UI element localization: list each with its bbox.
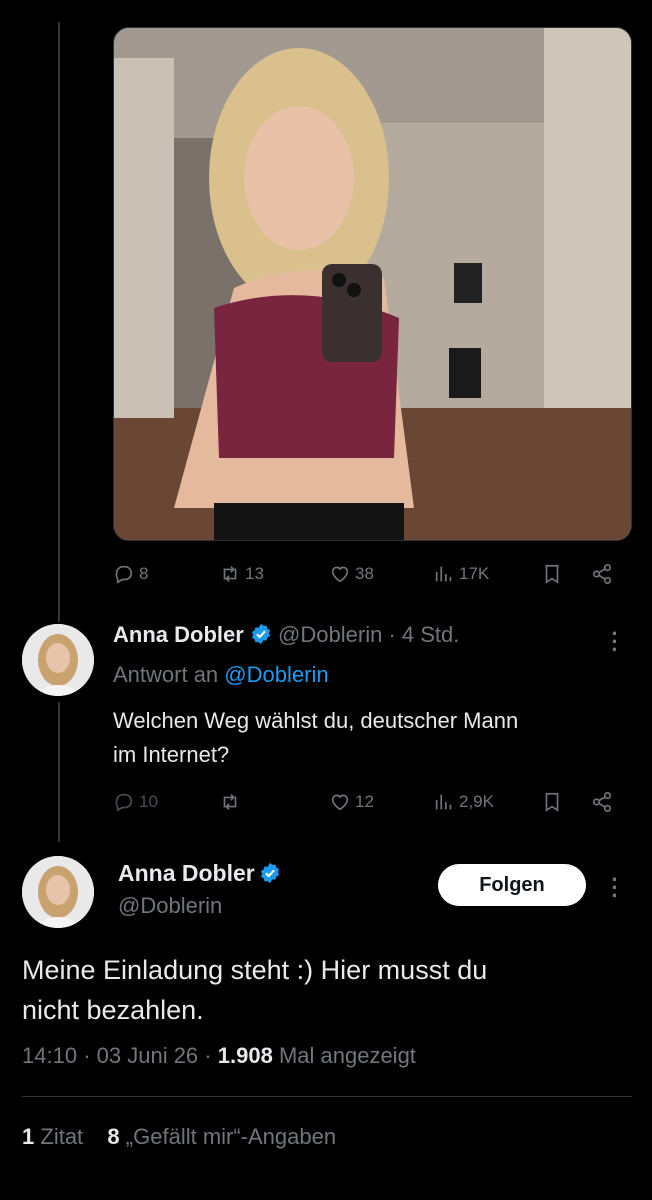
- bookmark-button[interactable]: [541, 563, 563, 585]
- tweet-text-line: Welchen Weg wählst du, deutscher Mann: [113, 708, 519, 733]
- reply-icon: [115, 793, 133, 812]
- share-icon: [592, 564, 612, 584]
- share-icon: [592, 792, 612, 812]
- thread-line: [58, 702, 60, 842]
- like-label: „Gefällt mir“-Angaben: [125, 1124, 337, 1149]
- follow-button[interactable]: Folgen: [438, 864, 586, 906]
- tweet-date[interactable]: 03 Juni 26: [97, 1043, 199, 1068]
- action-bar: 10 12 2,9K: [113, 787, 623, 817]
- more-options-icon[interactable]: · · ·: [610, 869, 620, 907]
- views-count: 2,9K: [459, 792, 494, 811]
- avatar[interactable]: [22, 856, 94, 928]
- quote-count: 1: [22, 1124, 35, 1149]
- heart-icon: [331, 794, 349, 811]
- main-tweet-text: Meine Einladung steht :) Hier musst du n…: [22, 950, 487, 1030]
- tweet-text-line: im Internet?: [113, 742, 230, 767]
- bookmark-icon: [545, 564, 559, 584]
- author-name[interactable]: Anna Dobler: [118, 860, 255, 886]
- reply-count: 10: [139, 792, 158, 811]
- reply-context: Antwort an @Doblerin: [113, 662, 329, 688]
- reply-tweet-header: Anna Dobler @Doblerin · 4 Std.: [113, 622, 459, 648]
- heart-icon: [331, 566, 349, 583]
- verified-badge-icon: [261, 862, 280, 884]
- reply-prefix: Antwort an: [113, 662, 219, 687]
- tweet-text: Welchen Weg wählst du, deutscher Mann im…: [113, 704, 518, 772]
- tweet-time[interactable]: 14:10: [22, 1043, 77, 1068]
- quote-label: Zitat: [40, 1124, 84, 1149]
- more-options-icon[interactable]: · · ·: [610, 623, 620, 661]
- reply-button[interactable]: 8: [113, 563, 148, 585]
- like-button[interactable]: 12: [329, 791, 374, 813]
- like-count: 38: [355, 564, 374, 583]
- author-handle[interactable]: @Doblerin: [118, 893, 222, 919]
- action-bar: 8 13 38 17K: [113, 559, 623, 589]
- retweet-button[interactable]: [219, 791, 245, 813]
- tweet-text-line: nicht bezahlen.: [22, 995, 204, 1025]
- views-icon: [435, 566, 452, 582]
- share-button[interactable]: [591, 791, 613, 813]
- reply-count: 8: [139, 564, 149, 583]
- view-count: 1.908: [217, 1043, 273, 1068]
- avatar[interactable]: [22, 624, 94, 696]
- separator: ·: [83, 1043, 91, 1068]
- views-button[interactable]: 17K: [433, 563, 489, 585]
- avatar-image: [22, 624, 94, 696]
- tweet-time[interactable]: 4 Std.: [402, 622, 459, 647]
- views-icon: [435, 794, 452, 810]
- verified-badge-icon: [251, 623, 270, 645]
- likes-link[interactable]: 8 „Gefällt mir“-Angaben: [107, 1124, 336, 1149]
- avatar-image: [22, 856, 94, 928]
- like-count: 12: [355, 792, 374, 811]
- separator: ·: [204, 1043, 212, 1068]
- divider: [22, 1096, 632, 1097]
- bookmark-icon: [545, 792, 559, 812]
- like-button[interactable]: 38: [329, 563, 374, 585]
- retweet-icon: [223, 794, 237, 810]
- engagement-summary: 1 Zitat 8 „Gefällt mir“-Angaben: [22, 1124, 336, 1150]
- tweet-photo[interactable]: [113, 27, 632, 541]
- view-label: Mal angezeigt: [278, 1043, 416, 1068]
- bookmark-button[interactable]: [541, 791, 563, 813]
- tweet-text-line: Meine Einladung steht :) Hier musst du: [22, 955, 488, 985]
- like-count: 8: [107, 1124, 120, 1149]
- views-button[interactable]: 2,9K: [433, 791, 494, 813]
- author-handle[interactable]: @Doblerin: [278, 622, 382, 647]
- photo-illustration: [114, 28, 631, 540]
- tweet-meta: 14:10 · 03 Juni 26 · 1.908 Mal angezeigt: [22, 1043, 416, 1069]
- thread-line: [58, 22, 60, 622]
- retweet-count: 13: [245, 564, 264, 583]
- reply-button[interactable]: 10: [113, 791, 158, 813]
- views-count: 17K: [459, 564, 490, 583]
- reply-to-link[interactable]: @Doblerin: [224, 662, 328, 687]
- share-button[interactable]: [591, 563, 613, 585]
- author-name[interactable]: Anna Dobler: [113, 622, 244, 647]
- retweet-button[interactable]: 13: [219, 563, 264, 585]
- retweet-icon: [223, 566, 237, 582]
- separator: ·: [388, 622, 396, 647]
- main-tweet-author: Anna Dobler: [118, 860, 281, 887]
- quotes-link[interactable]: 1 Zitat: [22, 1124, 89, 1149]
- reply-icon: [115, 565, 133, 584]
